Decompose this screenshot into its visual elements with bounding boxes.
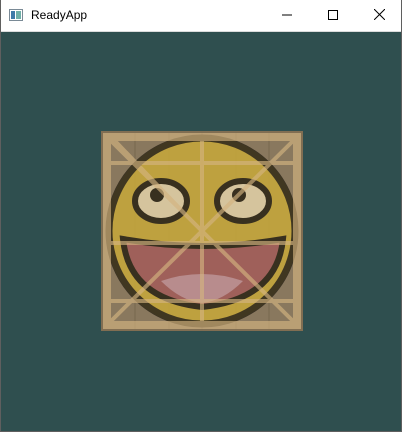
maximize-icon [328, 7, 338, 25]
maximize-button[interactable] [310, 0, 356, 31]
close-button[interactable] [356, 0, 402, 31]
close-icon [373, 7, 385, 25]
minimize-button[interactable] [264, 0, 310, 31]
minimize-icon [282, 7, 292, 25]
textured-quad [101, 131, 303, 331]
window-app-icon [9, 8, 23, 21]
render-viewport[interactable] [1, 32, 401, 431]
app-window: ReadyApp [0, 0, 402, 432]
window-title: ReadyApp [31, 8, 88, 22]
title-bar[interactable]: ReadyApp [1, 0, 401, 32]
